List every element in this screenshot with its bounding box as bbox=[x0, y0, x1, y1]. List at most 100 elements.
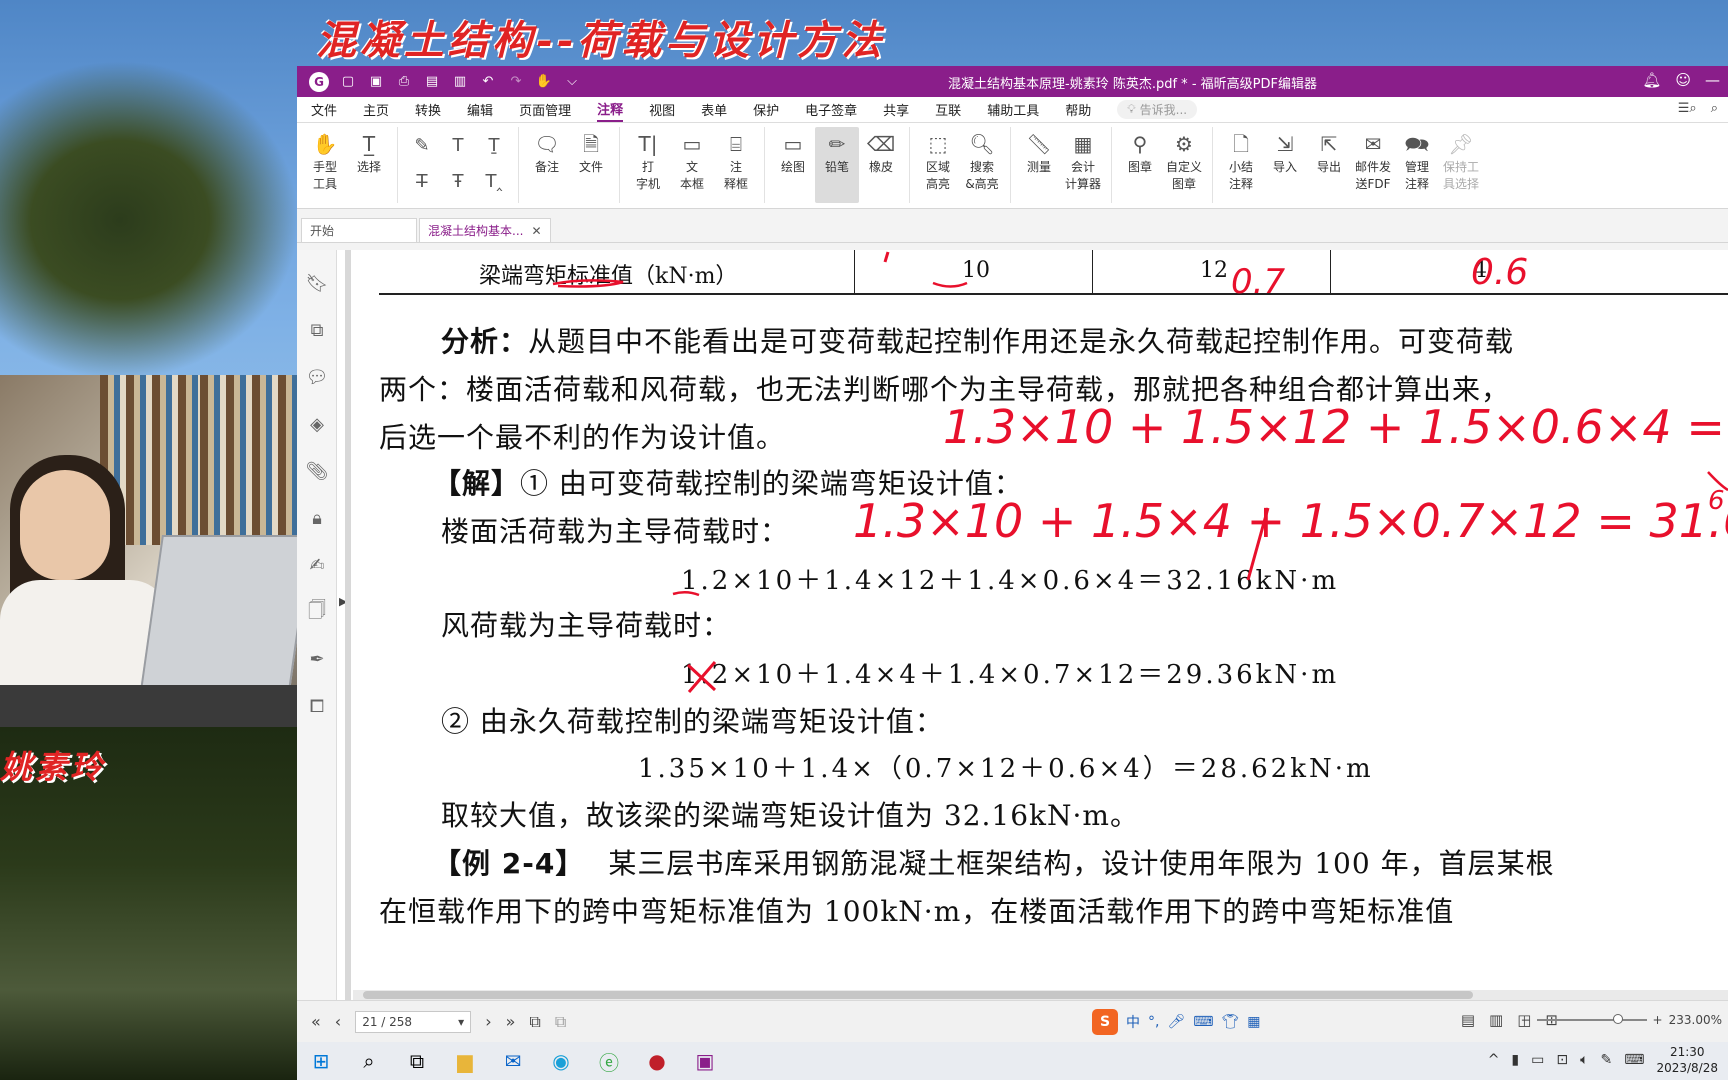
export-button[interactable]: ⇱ 导出 bbox=[1307, 127, 1351, 176]
content-icon[interactable]: 🗍 bbox=[297, 589, 337, 636]
new-doc-icon[interactable]: ▤ bbox=[423, 74, 441, 90]
highlight-icon[interactable]: ✎ bbox=[404, 127, 440, 163]
drawing-button[interactable]: ▭ 绘图 bbox=[771, 127, 815, 176]
menu-item-edit[interactable]: 编辑 bbox=[467, 98, 493, 121]
ime-tray-icon[interactable]: ⌨ bbox=[1624, 1052, 1644, 1068]
battery-icon[interactable]: ▭ bbox=[1531, 1052, 1544, 1068]
menu-item-help[interactable]: 帮助 bbox=[1065, 98, 1091, 121]
app-logo-icon[interactable]: G bbox=[309, 71, 329, 92]
media-player-icon[interactable]: ● bbox=[633, 1042, 681, 1080]
callout-button[interactable]: ⌸ 注 释框 bbox=[714, 127, 758, 193]
zoom-in-icon[interactable]: + bbox=[1653, 1013, 1663, 1027]
area-highlight-button[interactable]: ⬚ 区域 高亮 bbox=[916, 127, 960, 193]
search-highlight-button[interactable]: 🔍︎ 搜索 &高亮 bbox=[960, 127, 1004, 193]
layers-icon[interactable]: ◈ bbox=[297, 401, 337, 448]
edge-browser-icon[interactable]: ◉ bbox=[537, 1042, 585, 1080]
page-number-input[interactable]: 21 / 258 ▾ bbox=[355, 1010, 472, 1033]
security-icon[interactable]: 🔒︎ bbox=[297, 495, 337, 542]
tell-me-search[interactable]: 💡︎ 告诉我... bbox=[1117, 100, 1198, 119]
typewriter-button[interactable]: T| 打 字机 bbox=[626, 127, 670, 193]
file-attach-button[interactable]: 🗎 文件 bbox=[569, 127, 613, 176]
scrollbar-thumb[interactable] bbox=[363, 991, 1473, 999]
zoom-slider-knob[interactable] bbox=[1612, 1014, 1623, 1024]
hand-tool-icon[interactable]: ✋ bbox=[535, 74, 553, 90]
menu-item-share[interactable]: 共享 bbox=[883, 98, 909, 121]
prev-page-icon[interactable]: ‹ bbox=[335, 1012, 341, 1031]
compare-icon[interactable]: ⧠ bbox=[297, 683, 337, 730]
custom-stamp-button[interactable]: ⚙ 自定义 图章 bbox=[1162, 127, 1206, 193]
search-icon[interactable]: ⌕ bbox=[1711, 101, 1718, 116]
punctuation-icon[interactable]: °, bbox=[1148, 1014, 1159, 1030]
single-page-icon[interactable]: ▤ bbox=[1461, 1011, 1475, 1029]
sogou-logo-icon[interactable]: S bbox=[1092, 1009, 1118, 1035]
file-explorer-icon[interactable]: ▆ bbox=[441, 1042, 489, 1080]
tab-document[interactable]: 混凝土结构基本... ✕ bbox=[419, 218, 551, 242]
keyboard-icon[interactable]: ⌨ bbox=[1193, 1014, 1213, 1030]
find-options-icon[interactable]: ☰⌕ bbox=[1678, 101, 1697, 116]
search-icon[interactable]: ⌕ bbox=[345, 1042, 393, 1080]
system-clock[interactable]: 21:30 2023/8/28 bbox=[1656, 1044, 1718, 1076]
bell-icon[interactable]: 🔔︎ bbox=[1642, 71, 1661, 89]
fill-sign-icon[interactable]: ✒ bbox=[297, 636, 337, 683]
create-icon[interactable]: ▥ bbox=[451, 74, 469, 90]
horizontal-scrollbar[interactable] bbox=[353, 990, 1728, 1000]
menu-item-file[interactable]: 文件 bbox=[311, 98, 337, 121]
page-thumbnails-icon[interactable]: ⧉ bbox=[297, 307, 337, 354]
menu-item-form[interactable]: 表单 bbox=[701, 98, 727, 121]
note-button[interactable]: 🗨︎ 备注 bbox=[525, 127, 569, 176]
paste-page-icon[interactable]: ⧉ bbox=[555, 1012, 566, 1032]
phone-icon[interactable]: ▮ bbox=[1511, 1052, 1519, 1068]
user-icon[interactable]: ☺ bbox=[1675, 71, 1691, 89]
zoom-slider[interactable] bbox=[1536, 1014, 1647, 1024]
menu-item-comment[interactable]: 注释 bbox=[597, 97, 624, 122]
first-page-icon[interactable]: « bbox=[311, 1012, 321, 1031]
save-icon[interactable]: ▣ bbox=[367, 74, 385, 90]
menu-item-connect[interactable]: 互联 bbox=[935, 98, 961, 121]
volume-icon[interactable]: 🔈︎ bbox=[1580, 1052, 1588, 1068]
last-page-icon[interactable]: » bbox=[506, 1012, 516, 1031]
skin-icon[interactable]: 👕︎ bbox=[1221, 1014, 1239, 1030]
undo-icon[interactable]: ↶ bbox=[479, 74, 497, 90]
zoom-value[interactable]: 233.00% bbox=[1669, 1013, 1722, 1027]
menu-item-protect[interactable]: 保护 bbox=[753, 98, 779, 121]
mail-icon[interactable]: ✉ bbox=[489, 1042, 537, 1080]
pen-icon[interactable]: ✎ bbox=[1601, 1052, 1613, 1068]
insert-text-icon[interactable]: T‸ bbox=[476, 163, 512, 199]
redo-icon[interactable]: ↷ bbox=[507, 74, 525, 90]
signature-icon[interactable]: ✍ bbox=[297, 542, 337, 589]
microphone-icon[interactable]: 🎤︎ bbox=[1167, 1014, 1185, 1030]
menu-item-view[interactable]: 视图 bbox=[649, 98, 675, 121]
open-icon[interactable]: ▢ bbox=[339, 74, 357, 90]
pencil-button[interactable]: ✏ 铅笔 bbox=[815, 127, 859, 203]
menu-item-accessibility[interactable]: 辅助工具 bbox=[987, 98, 1039, 121]
windows-start-icon[interactable]: ⊞ bbox=[297, 1042, 345, 1080]
menu-item-convert[interactable]: 转换 bbox=[415, 98, 441, 121]
copy-page-icon[interactable]: ⧉ bbox=[529, 1012, 540, 1032]
browser-icon[interactable]: ⓔ bbox=[585, 1042, 633, 1080]
zoom-out-icon[interactable]: − bbox=[1520, 1013, 1530, 1027]
attachment-icon[interactable]: 📎︎ bbox=[297, 448, 337, 495]
continuous-page-icon[interactable]: ▥ bbox=[1489, 1011, 1503, 1029]
show-hidden-icons[interactable]: ^ bbox=[1488, 1052, 1500, 1068]
email-fdf-button[interactable]: ✉ 邮件发 送FDF bbox=[1351, 127, 1395, 193]
hand-tool-button[interactable]: ✋ 手型 工具 bbox=[303, 127, 347, 193]
menu-item-esign[interactable]: 电子签章 bbox=[805, 98, 857, 121]
strikeout-icon[interactable]: T̶ bbox=[404, 163, 440, 199]
calculator-button[interactable]: ▦ 会计 计算器 bbox=[1061, 127, 1105, 193]
eraser-button[interactable]: ⌫ 橡皮 bbox=[859, 127, 903, 176]
menu-item-page-management[interactable]: 页面管理 bbox=[519, 98, 571, 121]
manage-comments-button[interactable]: 🗪 管理 注释 bbox=[1395, 127, 1439, 193]
select-button[interactable]: T̲ 选择 bbox=[347, 127, 391, 176]
underline-text-icon[interactable]: T bbox=[440, 127, 476, 163]
keep-tool-button[interactable]: 📌︎ 保持工 具选择 bbox=[1439, 127, 1483, 193]
print-icon[interactable]: ⎙ bbox=[395, 74, 413, 90]
network-icon[interactable]: ⊡ bbox=[1556, 1052, 1568, 1068]
foxit-pdf-icon[interactable]: ▣ bbox=[681, 1042, 729, 1080]
squiggly-text-icon[interactable]: Ṯ bbox=[476, 127, 512, 163]
replace-text-icon[interactable]: Ŧ bbox=[440, 163, 476, 199]
import-button[interactable]: ⇲ 导入 bbox=[1263, 127, 1307, 176]
comments-icon[interactable]: 💬︎ bbox=[297, 354, 337, 401]
minimize-button[interactable]: — bbox=[1705, 71, 1720, 89]
measure-button[interactable]: 📏︎ 测量 bbox=[1017, 127, 1061, 176]
bookmark-icon[interactable]: 🔖︎ bbox=[297, 260, 337, 307]
